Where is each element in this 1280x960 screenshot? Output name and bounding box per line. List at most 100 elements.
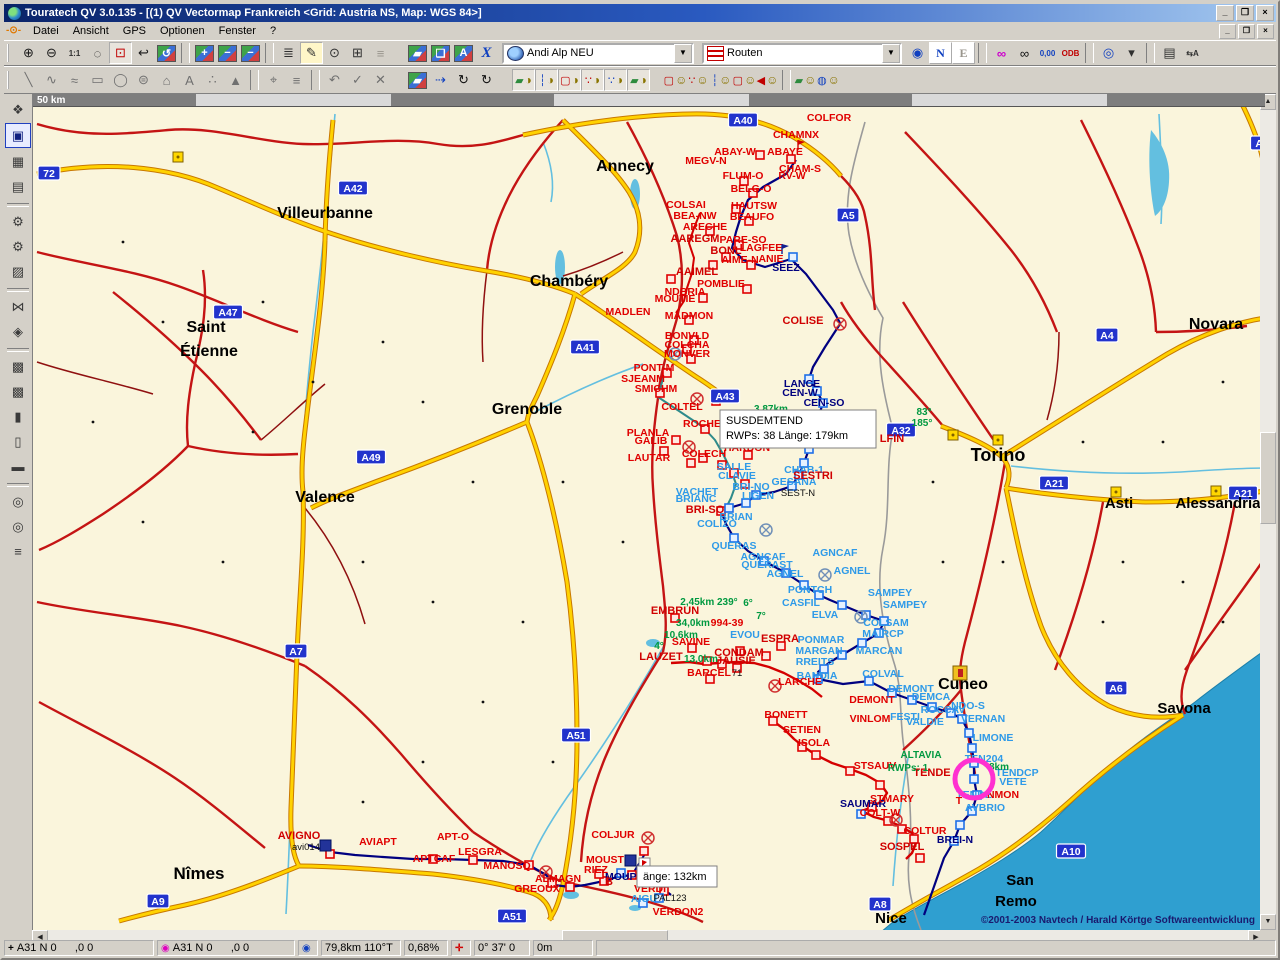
- menu-item-ansicht[interactable]: Ansicht: [66, 23, 116, 39]
- draw-text-button[interactable]: A: [178, 69, 201, 91]
- nav-north-button[interactable]: N: [929, 42, 952, 64]
- map-list-button[interactable]: ≡: [369, 42, 392, 64]
- waypoint-marker-red[interactable]: [876, 781, 884, 789]
- zoom-previous-button[interactable]: ↩: [132, 42, 155, 64]
- map-combo-dropdown[interactable]: ▼: [674, 44, 692, 63]
- show-position-button[interactable]: ◉: [906, 42, 929, 64]
- gear2-tool[interactable]: ⚙: [6, 235, 30, 258]
- zoom-100-button[interactable]: 1:1: [63, 42, 86, 64]
- face-map-button[interactable]: ▢☺: [733, 69, 756, 91]
- menu-item-gps[interactable]: GPS: [116, 23, 153, 39]
- map-canvas[interactable]: A40A42A5A2672A47A41A43A49A32A4A21A21A7A5…: [33, 94, 1265, 930]
- toolbar-handle[interactable]: [7, 44, 14, 62]
- menu-item-fenster[interactable]: Fenster: [212, 23, 263, 39]
- vertical-scroll-thumb[interactable]: [1260, 432, 1276, 524]
- waypoint-marker-red[interactable]: [812, 751, 820, 759]
- face-globe-button[interactable]: ◍☺: [817, 69, 840, 91]
- bar2-tool[interactable]: ▯: [6, 430, 30, 453]
- compass-button[interactable]: ⊙: [323, 42, 346, 64]
- find-marked-button[interactable]: ∞: [990, 42, 1013, 64]
- draw-points-button[interactable]: ∴: [201, 69, 224, 91]
- style-track-button[interactable]: ┆◑: [535, 69, 558, 91]
- report-button[interactable]: ▤: [1158, 42, 1181, 64]
- waypoint-marker-red[interactable]: [687, 459, 695, 467]
- draw-rect-button[interactable]: ▭: [86, 69, 109, 91]
- zoom-in-button[interactable]: ⊕: [17, 42, 40, 64]
- draw-ellipse-button[interactable]: ⊜: [132, 69, 155, 91]
- bow-tool[interactable]: ⋈: [6, 295, 30, 318]
- draw-symbol-button[interactable]: ▲: [224, 69, 247, 91]
- map-detail-button[interactable]: −: [239, 42, 262, 64]
- map-font-button[interactable]: A: [452, 42, 475, 64]
- measure-button[interactable]: ≡: [285, 69, 308, 91]
- close-map-button[interactable]: X: [475, 42, 498, 64]
- route-combo-dropdown[interactable]: ▼: [882, 44, 900, 63]
- draw-circle-button[interactable]: ◯: [109, 69, 132, 91]
- bar1-tool[interactable]: ▮: [6, 405, 30, 428]
- select-tool[interactable]: ❖: [6, 98, 30, 121]
- lines-tool[interactable]: ≡: [6, 540, 30, 563]
- at1-tool[interactable]: ◎: [6, 490, 30, 513]
- draw-route-button[interactable]: ≈: [63, 69, 86, 91]
- scroll-down-button[interactable]: ▼: [1260, 914, 1276, 930]
- style-area-button[interactable]: ▢◑: [558, 69, 581, 91]
- waypoint-marker-red[interactable]: [667, 275, 675, 283]
- target-dropdown-button[interactable]: ▾: [1120, 42, 1143, 64]
- waypoint-marker-blue[interactable]: [968, 744, 976, 752]
- nav-east-button[interactable]: E: [952, 42, 975, 64]
- waypoint-marker-blue[interactable]: [956, 821, 964, 829]
- map-combo[interactable]: Andi Alp NEU▼: [502, 43, 694, 64]
- cancel-button[interactable]: ✕: [369, 69, 392, 91]
- menu-item-optionen[interactable]: Optionen: [153, 23, 212, 39]
- goto-button[interactable]: ◀☺: [756, 69, 779, 91]
- undo-button[interactable]: ↶: [323, 69, 346, 91]
- menu-item-[interactable]: ?: [263, 23, 283, 39]
- mdi-system-icon[interactable]: -⊙-: [6, 25, 20, 37]
- waypoint-marker-blue[interactable]: [970, 775, 978, 783]
- layers-button[interactable]: ≣: [277, 42, 300, 64]
- waypoint-marker-blue[interactable]: [838, 601, 846, 609]
- minimize-button[interactable]: _: [1216, 5, 1234, 21]
- grid-coords-button[interactable]: 0,00: [1036, 42, 1059, 64]
- vertical-scrollbar[interactable]: ▲ ▼: [1260, 94, 1276, 930]
- gear-tool[interactable]: ⚙: [6, 210, 30, 233]
- mdi-restore-button[interactable]: ❐: [1238, 24, 1255, 39]
- mdi-close-button[interactable]: ×: [1257, 24, 1274, 39]
- restore-button[interactable]: ❐: [1236, 5, 1254, 21]
- waypoint-marker-red[interactable]: [916, 854, 924, 862]
- mdi-minimize-button[interactable]: _: [1219, 24, 1236, 39]
- waypoint-marker-blue[interactable]: [789, 253, 797, 261]
- page-tool[interactable]: ▤: [6, 175, 30, 198]
- waypoint-marker-red[interactable]: [756, 151, 764, 159]
- panel2-tool[interactable]: ▩: [6, 380, 30, 403]
- at2-tool[interactable]: ◎: [6, 515, 30, 538]
- face-track-button[interactable]: ┆☺: [710, 69, 733, 91]
- draw-polygon-button[interactable]: ⌂: [155, 69, 178, 91]
- panel1-tool[interactable]: ▩: [6, 355, 30, 378]
- face-route-button[interactable]: ∵☺: [687, 69, 710, 91]
- style-route2-button[interactable]: ∵◑: [604, 69, 627, 91]
- map-viewport[interactable]: 50 km: [32, 94, 1265, 930]
- face-map2-button[interactable]: ▰☺: [794, 69, 817, 91]
- nav-marker[interactable]: [320, 840, 331, 851]
- save-tool[interactable]: ▣: [5, 123, 31, 148]
- map-window-button[interactable]: ❏: [429, 42, 452, 64]
- map-reload-button[interactable]: ↺: [155, 42, 178, 64]
- target-button[interactable]: ◎: [1097, 42, 1120, 64]
- zoom-window-button[interactable]: ⊡: [109, 42, 132, 64]
- textroute-button[interactable]: ⇆A: [1181, 42, 1204, 64]
- face-area-button[interactable]: ▢☺: [664, 69, 687, 91]
- tile-tool[interactable]: ▦: [6, 150, 30, 173]
- find-button[interactable]: ∞: [1013, 42, 1036, 64]
- map-zoom-out-button[interactable]: −: [216, 42, 239, 64]
- route-combo[interactable]: Routen▼: [702, 43, 902, 64]
- recalc-button[interactable]: ↻: [452, 69, 475, 91]
- draw-line-button[interactable]: ╲: [17, 69, 40, 91]
- map-manager-button[interactable]: ▰: [406, 42, 429, 64]
- odb-button[interactable]: ODB: [1059, 42, 1082, 64]
- style-maps-button[interactable]: ▰◑: [627, 69, 650, 91]
- grid-button[interactable]: ⊞: [346, 42, 369, 64]
- zoom-out-button[interactable]: ⊖: [40, 42, 63, 64]
- apply-button[interactable]: ✓: [346, 69, 369, 91]
- route-edit-button[interactable]: ⇢: [429, 69, 452, 91]
